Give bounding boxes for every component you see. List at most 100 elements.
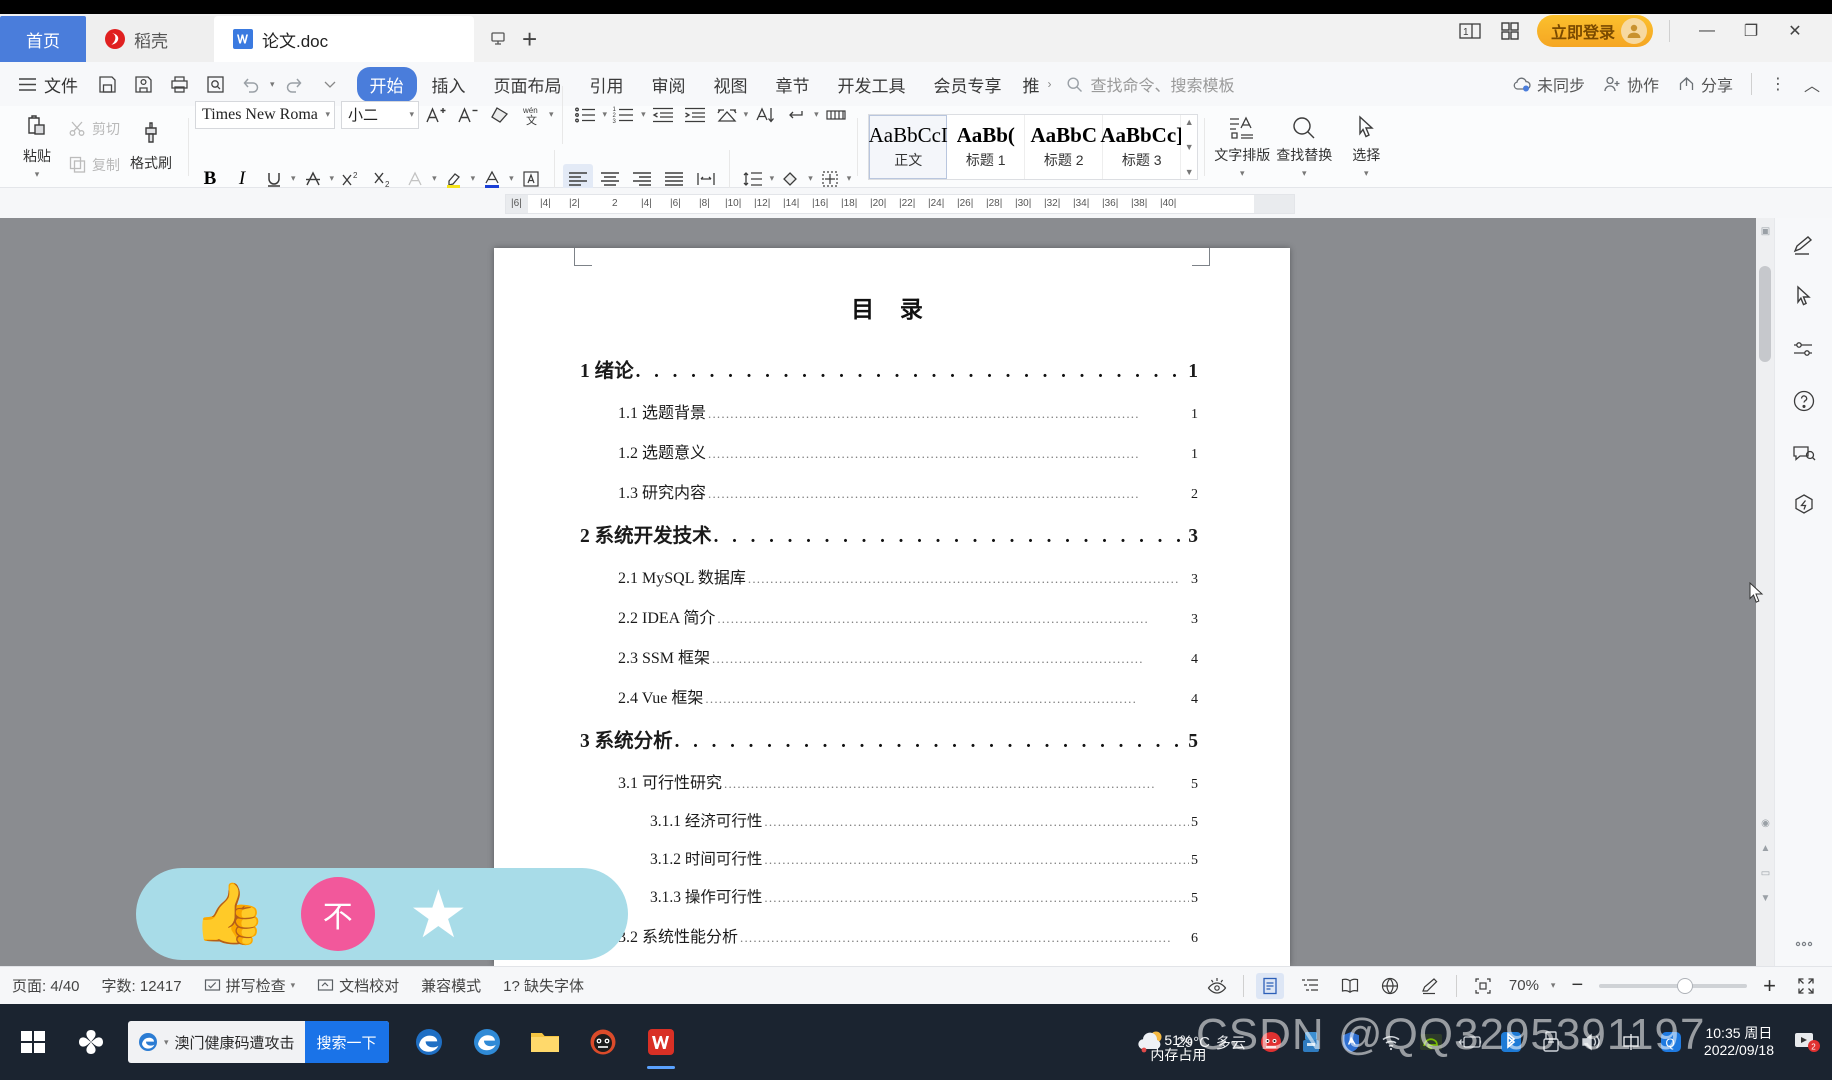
- share-button[interactable]: 分享: [1677, 72, 1733, 96]
- file-menu-button[interactable]: 文件: [8, 68, 88, 101]
- more-options-button[interactable]: ⋮: [1770, 74, 1786, 94]
- toc-entry[interactable]: 3 系统分析. . . . . . . . . . . . . . . . . …: [580, 724, 1198, 753]
- strikethrough-dropdown-icon[interactable]: ▾: [330, 173, 335, 184]
- tab-daoke[interactable]: 稻壳: [86, 16, 214, 62]
- styles-gallery-scroll[interactable]: ▲ ▼ ▼: [1181, 114, 1198, 179]
- search-dropdown-icon[interactable]: ▾: [164, 1037, 169, 1048]
- ribbon-tab-member[interactable]: 会员专享: [921, 67, 1015, 102]
- toc-entry[interactable]: 2.4 Vue 框架..............................…: [618, 684, 1198, 708]
- like-favorite-sticker[interactable]: 👍 不 ★: [136, 868, 628, 960]
- qq-icon[interactable]: Q: [1656, 1027, 1686, 1057]
- print-icon[interactable]: [162, 68, 196, 100]
- antivirus-icon[interactable]: [1256, 1027, 1286, 1057]
- zoom-level-label[interactable]: 70%: [1509, 977, 1539, 994]
- decrease-indent-button[interactable]: [648, 100, 678, 130]
- toc-entry[interactable]: 3.1 可行性研究...............................…: [618, 769, 1198, 793]
- zoom-out-button[interactable]: −: [1567, 974, 1587, 997]
- missing-font-warning[interactable]: 1? 缺失字体: [503, 975, 584, 996]
- login-button[interactable]: 立即登录: [1536, 15, 1653, 47]
- pinyin-dropdown-icon[interactable]: ▾: [549, 109, 554, 120]
- format-painter-button[interactable]: 格式刷: [120, 110, 182, 184]
- single-page-view-icon[interactable]: 1: [1457, 20, 1483, 42]
- pinwheel-icon[interactable]: [62, 1008, 120, 1076]
- zoom-in-button[interactable]: +: [1759, 973, 1780, 999]
- styles-expand-icon[interactable]: ▼: [1185, 167, 1194, 177]
- close-button[interactable]: ✕: [1774, 13, 1816, 49]
- save-icon[interactable]: [90, 68, 124, 100]
- paste-dropdown-icon[interactable]: ▾: [35, 169, 40, 180]
- more-dots-icon[interactable]: [1787, 932, 1821, 966]
- taskbar-search-button[interactable]: 搜索一下: [304, 1021, 389, 1063]
- formatting-marks-dropdown-icon[interactable]: ▾: [814, 109, 819, 120]
- edit-mode-icon[interactable]: [1416, 973, 1444, 999]
- font-size-chevron-down-icon[interactable]: ▾: [409, 109, 414, 120]
- scroll-next-page-icon[interactable]: ▼: [1760, 893, 1771, 904]
- styles-scroll-down-icon[interactable]: ▼: [1185, 142, 1194, 152]
- notification-icon[interactable]: 2: [1792, 1027, 1822, 1057]
- toc-entry[interactable]: 1.3 研究内容................................…: [618, 479, 1198, 503]
- outline-view-icon[interactable]: [1296, 973, 1324, 999]
- font-family-select[interactable]: Times New Roma ▾: [195, 100, 335, 129]
- fit-page-icon[interactable]: [1469, 973, 1497, 999]
- font-family-chevron-down-icon[interactable]: ▾: [325, 109, 330, 120]
- paste-button[interactable]: 粘贴 ▾: [6, 110, 68, 184]
- eye-protection-icon[interactable]: [1203, 973, 1231, 999]
- page-indicator[interactable]: 页面: 4/40: [12, 975, 80, 996]
- scroll-select-object-icon[interactable]: ▭: [1760, 868, 1771, 879]
- paragraph-layout-button[interactable]: [712, 100, 742, 130]
- bullet-dropdown-icon[interactable]: ▾: [603, 109, 608, 120]
- cut-button[interactable]: 剪切: [68, 114, 120, 144]
- thumbs-up-icon[interactable]: 👍: [192, 884, 267, 944]
- scroll-prev-page-icon[interactable]: ▲: [1760, 843, 1771, 854]
- wifi-icon[interactable]: [1376, 1027, 1406, 1057]
- toc-entry[interactable]: 1.2 选题意义................................…: [618, 439, 1198, 463]
- document-canvas[interactable]: 目 录 1 绪论. . . . . . . . . . . . . . . . …: [0, 218, 1832, 966]
- select-button[interactable]: 选择 ▾: [1335, 110, 1397, 184]
- weather-widget[interactable]: 29°C 多云 51% 内存占用: [1136, 1029, 1246, 1062]
- proofread-button[interactable]: 文档校对: [317, 975, 399, 996]
- toc-entry[interactable]: 2.2 IDEA 简介.............................…: [618, 604, 1198, 628]
- copy-button[interactable]: 复制: [68, 150, 120, 180]
- volume-icon[interactable]: [1576, 1027, 1606, 1057]
- star-icon[interactable]: ★: [409, 881, 468, 947]
- shrink-font-button[interactable]: [453, 100, 483, 130]
- find-replace-button[interactable]: 查找替换 ▾: [1273, 110, 1335, 184]
- show-formatting-marks-button[interactable]: [782, 100, 812, 130]
- typeset-dropdown-icon[interactable]: ▾: [1240, 168, 1245, 179]
- taskbar-search-box[interactable]: ▾ 澳门健康码遭攻击 搜索一下: [128, 1021, 389, 1063]
- numbering-dropdown-icon[interactable]: ▾: [641, 109, 646, 120]
- grow-font-button[interactable]: [421, 100, 451, 130]
- collaborate-button[interactable]: 协作: [1603, 72, 1659, 96]
- font-size-select[interactable]: 小二 ▾: [341, 100, 419, 129]
- security-shield-icon[interactable]: [1336, 1027, 1366, 1057]
- borders-dropdown-icon[interactable]: ▾: [847, 173, 852, 184]
- toc-entry[interactable]: 1.1 选题背景................................…: [618, 399, 1198, 423]
- web-view-icon[interactable]: [1376, 973, 1404, 999]
- toc-entry[interactable]: 3.1.3 操作可行性.............................…: [650, 885, 1198, 907]
- toc-entry[interactable]: 3.1.1 经济可行性.............................…: [650, 809, 1198, 831]
- toc-entry[interactable]: 3.1.2 时间可行性.............................…: [650, 847, 1198, 869]
- taskbar-app-browser-icon[interactable]: [461, 1011, 513, 1073]
- cursor-select-icon[interactable]: [1787, 280, 1821, 314]
- collapse-ribbon-button[interactable]: ︿: [1804, 72, 1820, 96]
- tools-badge-icon[interactable]: [1787, 488, 1821, 522]
- usb-drive-icon[interactable]: [1296, 1027, 1326, 1057]
- restore-tab-icon[interactable]: [488, 29, 508, 49]
- style-heading-3[interactable]: AaBbCc] 标题 3: [1100, 114, 1183, 179]
- grid-view-icon[interactable]: [1499, 20, 1521, 42]
- zoom-slider[interactable]: [1599, 977, 1748, 994]
- minimize-button[interactable]: —: [1686, 13, 1728, 49]
- word-count[interactable]: 字数: 12417: [102, 975, 182, 996]
- help-question-icon[interactable]: [1787, 384, 1821, 418]
- ime-chinese-icon[interactable]: [1616, 1027, 1646, 1057]
- taskbar-app-fox-browser-icon[interactable]: [577, 1011, 629, 1073]
- feedback-icon[interactable]: [1787, 436, 1821, 470]
- fullscreen-icon[interactable]: [1792, 973, 1820, 999]
- toc-entry[interactable]: 3.2 系统性能分析..............................…: [618, 923, 1198, 947]
- pen-edit-icon[interactable]: [1787, 228, 1821, 262]
- bluetooth-icon[interactable]: [1496, 1027, 1526, 1057]
- typeset-button[interactable]: 文字排版 ▾: [1211, 110, 1273, 184]
- windows-start-icon[interactable]: [4, 1008, 62, 1076]
- toc-entry[interactable]: 2.3 SSM 框架..............................…: [618, 644, 1198, 668]
- bullet-list-button[interactable]: [571, 100, 601, 130]
